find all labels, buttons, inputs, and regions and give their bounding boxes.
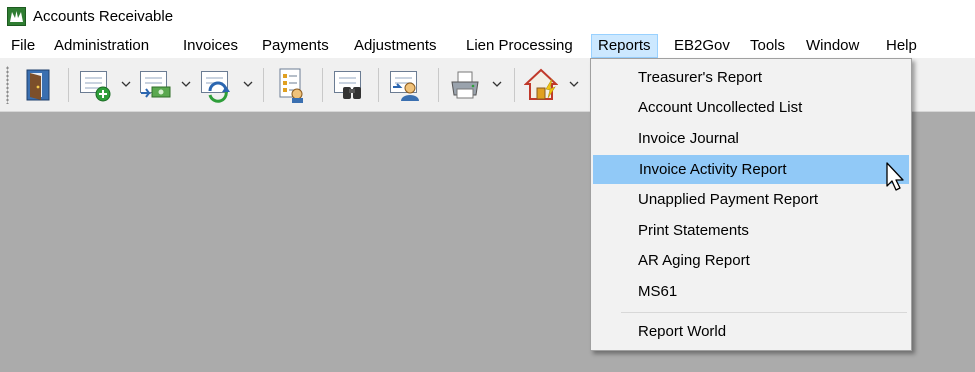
new-invoice-icon[interactable] xyxy=(78,67,112,103)
payment-icon[interactable] xyxy=(138,67,172,103)
menu-item-invoice-activity-report[interactable]: Invoice Activity Report xyxy=(593,155,909,184)
toolbar-separator xyxy=(378,68,379,102)
toolbar-separator xyxy=(322,68,323,102)
menu-invoices[interactable]: Invoices xyxy=(177,34,244,58)
menu-item-account-uncollected-list[interactable]: Account Uncollected List xyxy=(592,93,910,122)
toolbar-separator xyxy=(438,68,439,102)
window-title: Accounts Receivable xyxy=(33,8,174,25)
menu-item-invoice-journal[interactable]: Invoice Journal xyxy=(592,124,910,153)
toolbar-separator xyxy=(68,68,69,102)
menu-item-print-statements[interactable]: Print Statements xyxy=(592,216,910,245)
menu-item-treasurers-report[interactable]: Treasurer's Report xyxy=(592,63,910,92)
exit-door-icon[interactable] xyxy=(22,67,56,103)
app-logo-icon xyxy=(7,7,26,26)
menu-item-ar-aging-report[interactable]: AR Aging Report xyxy=(592,246,910,275)
menu-window[interactable]: Window xyxy=(800,34,865,58)
menu-item-report-world[interactable]: Report World xyxy=(592,317,910,346)
customer-icon[interactable] xyxy=(388,67,422,103)
home-icon[interactable] xyxy=(523,67,559,103)
menu-administration[interactable]: Administration xyxy=(48,34,155,58)
menu-bar: File Administration Invoices Payments Ad… xyxy=(0,34,975,58)
chevron-down-icon[interactable] xyxy=(569,79,579,89)
menu-tools[interactable]: Tools xyxy=(744,34,791,58)
checklist-icon[interactable] xyxy=(273,67,307,103)
chevron-down-icon[interactable] xyxy=(121,79,131,89)
menu-lien-processing[interactable]: Lien Processing xyxy=(460,34,579,58)
printer-icon[interactable] xyxy=(448,67,482,103)
toolbar-separator xyxy=(514,68,515,102)
chevron-down-icon[interactable] xyxy=(243,79,253,89)
adjustment-icon[interactable] xyxy=(199,67,233,103)
menu-item-ms61[interactable]: MS61 xyxy=(592,277,910,306)
reports-dropdown-menu: Treasurer's Report Account Uncollected L… xyxy=(590,58,912,351)
menu-reports[interactable]: Reports xyxy=(591,34,658,58)
search-binoculars-icon[interactable] xyxy=(332,67,366,103)
menu-separator xyxy=(621,312,907,313)
chevron-down-icon[interactable] xyxy=(181,79,191,89)
title-bar: Accounts Receivable xyxy=(0,0,975,34)
toolbar-separator xyxy=(263,68,264,102)
mouse-pointer-icon xyxy=(886,162,904,191)
menu-payments[interactable]: Payments xyxy=(256,34,335,58)
toolbar-grip[interactable] xyxy=(6,66,9,104)
chevron-down-icon[interactable] xyxy=(492,79,502,89)
menu-help[interactable]: Help xyxy=(880,34,923,58)
menu-item-unapplied-payment-report[interactable]: Unapplied Payment Report xyxy=(592,185,910,214)
menu-adjustments[interactable]: Adjustments xyxy=(348,34,443,58)
menu-eb2gov[interactable]: EB2Gov xyxy=(668,34,736,58)
menu-file[interactable]: File xyxy=(5,34,41,58)
